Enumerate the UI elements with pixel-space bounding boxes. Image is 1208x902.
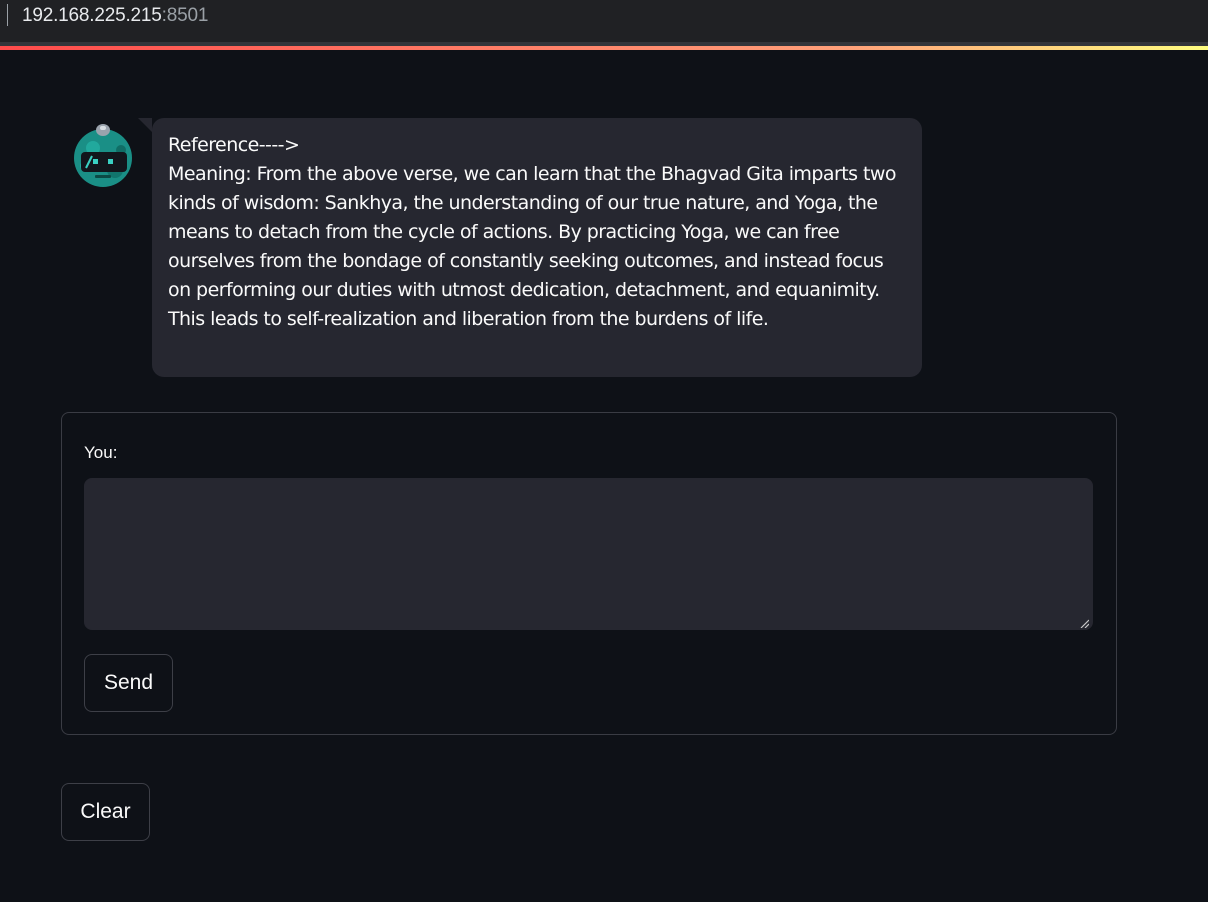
app-decoration-bar	[0, 46, 1208, 50]
message-text: Meaning: From the above verse, we can le…	[168, 163, 897, 330]
bubble-tail	[138, 118, 152, 132]
address-caret	[7, 4, 8, 26]
assistant-message-bubble: Reference----> Meaning: From the above v…	[138, 118, 922, 377]
robot-icon	[71, 124, 135, 188]
browser-address-bar[interactable]: 192.168.225.215:8501	[0, 0, 1208, 42]
address-url[interactable]: 192.168.225.215:8501	[22, 5, 208, 27]
url-port: :8501	[161, 5, 209, 26]
clear-button[interactable]: Clear	[61, 783, 150, 841]
url-host: 192.168.225.215	[22, 5, 162, 26]
chat-input-form: You: Send	[61, 412, 1117, 735]
message-heading: Reference---->	[168, 134, 300, 156]
send-button[interactable]: Send	[84, 654, 173, 712]
resize-handle-icon[interactable]	[1079, 618, 1089, 628]
you-label: You:	[84, 443, 118, 462]
message-input[interactable]	[84, 478, 1093, 630]
